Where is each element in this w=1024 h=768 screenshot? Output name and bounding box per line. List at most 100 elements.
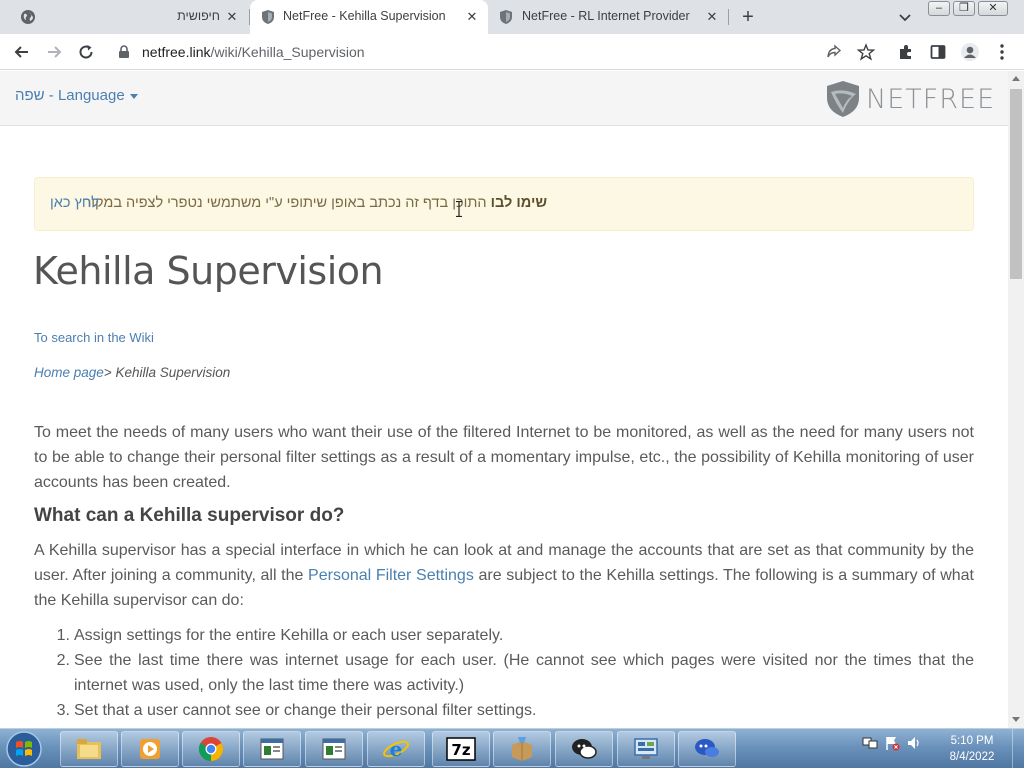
intro-paragraph: To meet the needs of many users who want…: [34, 424, 974, 491]
tab-label: NetFree - Kehilla Supervision: [283, 9, 446, 23]
taskbar-chrome-button[interactable]: [182, 731, 240, 767]
chat-icon: [572, 739, 597, 759]
netfree-shield-icon: [260, 9, 276, 25]
remote-access-icon: [695, 739, 719, 757]
clock-date: 8/4/2022: [949, 751, 995, 763]
taskbar-7zip-button[interactable]: 7z: [432, 731, 490, 767]
taskbar-installer-button[interactable]: [493, 731, 551, 767]
list-item: 3. Set that a user cannot see or change t…: [34, 698, 974, 723]
forward-arrow-icon[interactable]: [44, 42, 64, 62]
internet-explorer-icon: e: [383, 737, 409, 761]
tab-search-chevron-icon[interactable]: [896, 8, 914, 26]
breadcrumb: Home page> Kehilla Supervision: [34, 365, 230, 380]
maximize-button[interactable]: ❐: [953, 1, 975, 16]
back-arrow-icon[interactable]: [12, 42, 32, 62]
alert-text: שימו לבו התוכן בדף זה נכתב באופן שיתופי …: [83, 195, 547, 211]
netfree-logo[interactable]: NETFREE: [826, 79, 995, 119]
tab-label: NetFree - RL Internet Provider: [522, 9, 690, 23]
logo-text: NETFREE: [866, 83, 996, 115]
explorer-icon: [77, 739, 101, 759]
browser-tab-strip: חיפושית ✕ NetFree - Kehilla Supervision …: [0, 0, 1024, 34]
document-viewer-icon: [322, 738, 346, 760]
alert-source-link[interactable]: לחץ כאן: [50, 195, 99, 211]
taskbar-control-panel-button[interactable]: [617, 731, 675, 767]
scroll-down-arrow-icon[interactable]: [1012, 717, 1020, 722]
url-host: netfree.link: [142, 44, 211, 60]
chrome-icon: [198, 737, 224, 761]
text-cursor-icon: [456, 201, 462, 217]
document-viewer-icon: [260, 738, 284, 760]
installer-icon: [512, 737, 532, 761]
alert-body: התוכן בדף זה נכתב באופן שיתופי ע"י משתמש…: [83, 195, 491, 211]
extensions-puzzle-icon[interactable]: [896, 42, 916, 62]
taskbar-internet-explorer-button[interactable]: e: [367, 731, 425, 767]
list-item: 2. See the last time there was internet u…: [34, 648, 974, 698]
caret-down-icon: [129, 93, 138, 99]
list-item: 1. Assign settings for the entire Kehilla…: [34, 623, 974, 648]
tab-label: חיפושית: [177, 9, 220, 23]
list-number: 2.: [56, 652, 70, 669]
lock-icon[interactable]: [118, 45, 130, 64]
taskbar-explorer-button[interactable]: [60, 731, 118, 767]
tab-chipushit[interactable]: חיפושית ✕: [8, 0, 248, 34]
language-label: שפה - Language: [15, 87, 125, 104]
side-panel-icon[interactable]: [928, 42, 948, 62]
site-header: שפה - Language NETFREE: [0, 71, 1008, 126]
window-controls: – ❐ ✕: [928, 1, 1011, 17]
globe-icon: [20, 9, 36, 25]
community-content-alert: שימו לבו התוכן בדף זה נכתב באופן שיתופי …: [34, 177, 974, 231]
system-tray: [862, 735, 922, 751]
taskbar-chat-button[interactable]: [555, 731, 613, 767]
taskbar-remote-access-button[interactable]: [678, 731, 736, 767]
share-icon[interactable]: [824, 42, 844, 62]
tab-separator: [728, 9, 729, 25]
section-paragraph: A Kehilla supervisor has a special inter…: [34, 538, 974, 613]
network-icon[interactable]: [862, 735, 878, 751]
wiki-search-link[interactable]: To search in the Wiki: [34, 330, 154, 345]
tab-kehilla-supervision[interactable]: NetFree - Kehilla Supervision ✕: [250, 0, 488, 34]
profile-avatar-icon[interactable]: [960, 42, 980, 62]
show-desktop-button[interactable]: [1012, 729, 1024, 768]
capabilities-list: 1. Assign settings for the entire Kehilla…: [34, 623, 974, 723]
svg-text:e: e: [390, 737, 403, 761]
netfree-shield-logo-icon: [827, 81, 859, 117]
minimize-button[interactable]: –: [928, 1, 950, 16]
netfree-shield-icon: [498, 9, 514, 25]
language-dropdown[interactable]: שפה - Language: [15, 87, 138, 104]
personal-filter-settings-link[interactable]: Personal Filter Settings: [308, 567, 474, 584]
web-page: שפה - Language NETFREE שימו לבו התוכן בד…: [0, 71, 1008, 728]
svg-text:7z: 7z: [451, 741, 470, 759]
control-panel-icon: [634, 738, 658, 759]
action-center-flag-icon[interactable]: [884, 735, 900, 751]
browser-toolbar: netfree.link/wiki/Kehilla_Supervision: [0, 34, 1024, 70]
close-tab-icon[interactable]: ✕: [704, 9, 720, 25]
system-clock[interactable]: 5:10 PM 8/4/2022: [940, 733, 1004, 765]
new-tab-button[interactable]: +: [737, 6, 759, 28]
7zip-icon: 7z: [446, 737, 476, 761]
url-text: netfree.link/wiki/Kehilla_Supervision: [142, 44, 365, 60]
bookmark-star-icon[interactable]: [856, 42, 876, 62]
close-window-button[interactable]: ✕: [978, 1, 1008, 16]
close-tab-icon[interactable]: ✕: [224, 9, 240, 25]
breadcrumb-home-link[interactable]: Home page: [34, 365, 104, 380]
alert-bold: שימו לבו: [490, 195, 547, 211]
browser-menu-icon[interactable]: [992, 42, 1012, 62]
address-bar[interactable]: netfree.link/wiki/Kehilla_Supervision: [108, 37, 888, 67]
list-item-text: Set that a user cannot see or change the…: [74, 702, 537, 719]
list-number: 3.: [56, 702, 70, 719]
media-player-icon: [140, 739, 160, 759]
reload-icon[interactable]: [76, 42, 96, 62]
page-scrollbar[interactable]: [1008, 71, 1024, 728]
scroll-up-arrow-icon[interactable]: [1012, 76, 1020, 81]
taskbar-document-button-2[interactable]: [305, 731, 363, 767]
tab-rl-internet-provider[interactable]: NetFree - RL Internet Provider ✕: [488, 0, 728, 34]
page-title: Kehilla Supervision: [33, 249, 384, 293]
scrollbar-thumb[interactable]: [1010, 89, 1022, 279]
taskbar-media-player-button[interactable]: [121, 731, 179, 767]
volume-speaker-icon[interactable]: [906, 735, 922, 751]
start-button[interactable]: [4, 730, 44, 768]
close-tab-icon[interactable]: ✕: [464, 9, 480, 25]
windows-orb-icon: [6, 731, 42, 767]
clock-time: 5:10 PM: [950, 735, 994, 747]
taskbar-document-button[interactable]: [243, 731, 301, 767]
